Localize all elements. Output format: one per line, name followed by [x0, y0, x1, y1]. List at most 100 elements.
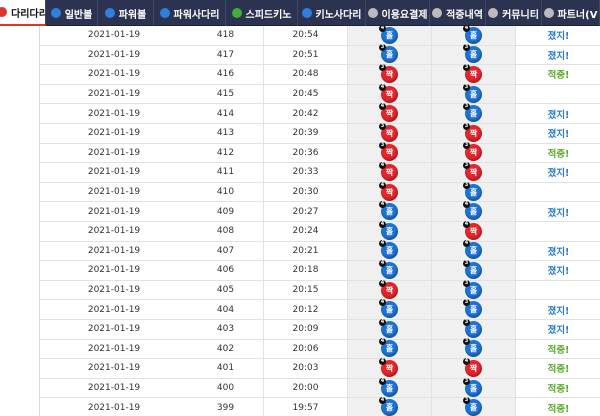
outcome-cell-text: 적중! — [547, 384, 570, 396]
time-cell: 20:30 — [264, 182, 348, 202]
round-number-cell: 399 — [188, 398, 264, 416]
ball-label: 홀 — [469, 89, 478, 99]
tab-5[interactable]: 키노사다리 — [298, 0, 366, 26]
date-cell: 2021-01-19 — [40, 65, 188, 84]
date-cell-text: 2021-01-19 — [87, 49, 141, 60]
line-count-badge: 4 — [379, 279, 386, 287]
date-cell-text: 2021-01-19 — [87, 30, 141, 41]
green-circle-icon — [231, 8, 242, 18]
odd-ball: 4홀 — [379, 397, 398, 416]
time-cell-text: 20:30 — [292, 187, 319, 198]
tab-4[interactable]: 스피드키노 — [226, 0, 298, 26]
odd-ball: 3홀 — [463, 318, 482, 338]
line-count-badge: 4 — [379, 259, 386, 267]
outcome-cell — [516, 183, 600, 202]
time-cell: 20:24 — [264, 222, 348, 241]
table-row: 2021-01-19 402 20:06 4 홀 3 홀 적중! — [40, 338, 600, 360]
card-icon — [367, 8, 378, 18]
tab-7[interactable]: 적중내역 — [430, 0, 486, 26]
round-number-cell: 401 — [188, 359, 264, 378]
round-number-cell: 412 — [188, 143, 264, 163]
result-two-cell: 3홀 — [432, 279, 516, 300]
date-cell-text: 2021-01-19 — [87, 383, 141, 394]
result-one-cell: 4홀 — [348, 26, 432, 45]
time-cell-text: 20:12 — [292, 304, 319, 315]
round-number-cell: 402 — [188, 339, 264, 359]
result-one-cell: 4짝 — [348, 357, 432, 378]
tab-2[interactable]: 파워볼 — [98, 0, 154, 26]
tab-1[interactable]: 일반볼 — [46, 0, 98, 26]
result-one-cell: 4홀 — [348, 259, 432, 280]
round-number-cell: 409 — [188, 202, 264, 221]
outcome-cell-text: 졌지! — [547, 109, 570, 121]
line-count-badge: 4 — [463, 357, 470, 365]
time-cell-text: 19:57 — [292, 402, 319, 413]
tab-0[interactable]: 다리다리 — [0, 0, 46, 26]
ball-label: 홀 — [385, 246, 394, 256]
tab-8[interactable]: 커뮤니티 — [486, 0, 542, 26]
round-number-cell: 408 — [188, 222, 264, 241]
date-cell: 2021-01-19 — [40, 281, 188, 300]
result-one-cell: 4짝 — [348, 161, 432, 182]
outcome-cell: 졌지! — [516, 261, 600, 280]
line-count-badge: 4 — [463, 26, 470, 32]
line-count-badge: 3 — [463, 63, 470, 71]
tab-9[interactable]: 파트너(V — [542, 0, 600, 26]
round-number-cell-text: 413 — [216, 128, 235, 139]
time-cell: 20:03 — [264, 359, 348, 378]
outcome-cell-text: 졌지! — [547, 266, 570, 278]
date-cell: 2021-01-19 — [40, 359, 188, 378]
line-count-badge: 4 — [379, 181, 386, 189]
outcome-cell — [516, 281, 600, 300]
result-two-cell: 3홀 — [432, 397, 516, 416]
line-count-badge: 4 — [379, 220, 386, 228]
date-cell-text: 2021-01-19 — [87, 89, 141, 100]
time-cell-text: 20:39 — [292, 128, 319, 139]
ball-label: 홀 — [469, 50, 478, 60]
tab-6[interactable]: 이용요결제 — [366, 0, 430, 26]
round-number-cell-text: 406 — [216, 265, 235, 276]
ball-label: 홀 — [469, 305, 478, 315]
round-number-cell-text: 416 — [216, 69, 235, 80]
line-count-badge: 3 — [379, 63, 386, 71]
odd-ball: 4홀 — [379, 299, 398, 319]
round-number-cell-text: 415 — [216, 89, 235, 100]
date-cell-text: 2021-01-19 — [87, 343, 141, 354]
time-cell-text: 20:21 — [292, 245, 319, 256]
time-cell-text: 20:54 — [292, 30, 319, 41]
tab-3[interactable]: 파워사다리 — [154, 0, 226, 26]
date-cell-text: 2021-01-19 — [87, 363, 141, 374]
result-two-cell: 4짝 — [432, 220, 516, 241]
even-ball: 4짝 — [379, 357, 398, 377]
result-two-cell: 4홀 — [432, 240, 516, 261]
tab-label: 키노사다리 — [315, 9, 362, 21]
round-number-cell: 400 — [188, 378, 264, 398]
outcome-cell-text: 적중! — [547, 148, 570, 160]
ball-label: 짝 — [469, 69, 478, 79]
time-cell: 20:33 — [264, 163, 348, 182]
round-number-cell-text: 410 — [216, 187, 235, 198]
time-cell-text: 20:06 — [292, 343, 319, 354]
table-row: 2021-01-19 417 20:51 3 홀 3 홀 졌지! — [40, 44, 600, 66]
tab-label: 파워볼 — [118, 9, 147, 21]
round-number-cell-text: 405 — [216, 285, 235, 296]
odd-ball: 4홀 — [379, 318, 398, 338]
ball-label: 홀 — [469, 344, 478, 354]
round-number-cell-text: 407 — [216, 245, 235, 256]
outcome-cell-text: 졌지! — [547, 325, 570, 337]
line-count-badge: 3 — [463, 161, 470, 169]
line-count-badge: 3 — [463, 318, 470, 326]
result-two-cell: 4짝 — [432, 357, 516, 378]
even-ball: 4짝 — [463, 357, 482, 377]
date-cell-text: 2021-01-19 — [87, 147, 141, 158]
outcome-cell: 적중! — [516, 398, 600, 416]
result-one-cell: 4짝 — [348, 103, 432, 123]
result-two-cell: 3홀 — [432, 181, 516, 202]
date-cell-text: 2021-01-19 — [87, 128, 141, 139]
even-ball: 3짝 — [463, 63, 482, 83]
result-one-cell: 4홀 — [348, 201, 432, 221]
time-cell-text: 20:27 — [292, 206, 319, 217]
date-cell-text: 2021-01-19 — [87, 187, 141, 198]
odd-ball: 3홀 — [463, 259, 482, 279]
odd-ball: 4홀 — [463, 240, 482, 260]
